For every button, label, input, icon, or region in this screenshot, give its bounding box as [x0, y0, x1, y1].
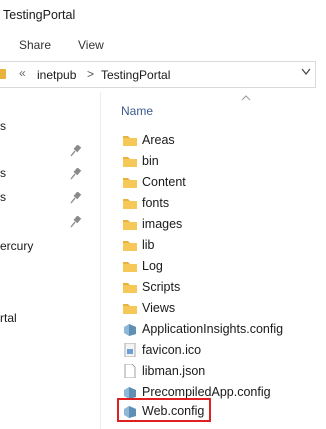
file-name: fonts — [142, 196, 170, 210]
pin-icon[interactable] — [70, 168, 82, 180]
generic-file-icon — [124, 364, 136, 378]
config-file-icon — [124, 387, 136, 399]
pin-icon[interactable] — [70, 192, 82, 204]
nav-item[interactable]: s — [0, 190, 6, 204]
highlight-box — [117, 398, 211, 422]
nav-item[interactable]: s — [0, 119, 6, 133]
sort-up-icon — [241, 95, 251, 101]
breadcrumb-separator: > — [87, 67, 95, 81]
file-name: images — [142, 217, 183, 231]
file-name: PrecompiledApp.config — [142, 385, 271, 399]
config-file-icon — [124, 324, 136, 336]
tab-share[interactable]: Share — [19, 38, 51, 52]
list-item-images[interactable]: images — [116, 214, 306, 234]
pin-icon[interactable] — [70, 145, 82, 157]
list-item-scripts[interactable]: Scripts — [116, 277, 306, 297]
folder-icon — [123, 157, 137, 167]
nav-item[interactable]: ercury — [0, 239, 33, 253]
list-item-bin[interactable]: bin — [116, 151, 306, 171]
file-name: ApplicationInsights.config — [142, 322, 284, 336]
pin-icon[interactable] — [70, 216, 82, 228]
list-item-log[interactable]: Log — [116, 256, 306, 276]
folder-icon — [123, 136, 137, 146]
nav-item[interactable]: rtal — [0, 311, 17, 325]
folder-icon — [123, 262, 137, 272]
file-name: bin — [142, 154, 159, 168]
file-name: libman.json — [142, 364, 206, 378]
folder-icon — [0, 69, 6, 79]
folder-icon — [123, 304, 137, 314]
list-item-favicon[interactable]: favicon.ico — [116, 340, 306, 360]
pane-divider[interactable] — [100, 92, 101, 429]
folder-icon — [123, 220, 137, 230]
list-item-applicationinsights-config[interactable]: ApplicationInsights.config — [116, 319, 306, 339]
image-file-icon — [124, 343, 136, 357]
folder-icon — [123, 199, 137, 209]
navigation-pane — [0, 92, 100, 429]
list-item-fonts[interactable]: fonts — [116, 193, 306, 213]
breadcrumb-testingportal[interactable]: TestingPortal — [101, 68, 170, 82]
breadcrumb-overflow[interactable]: « — [19, 66, 26, 80]
folder-icon — [123, 178, 137, 188]
breadcrumb-inetpub[interactable]: inetpub — [37, 68, 76, 82]
file-name: Views — [142, 301, 176, 315]
file-name: Log — [142, 259, 163, 273]
folder-icon — [123, 283, 137, 293]
file-name: Scripts — [142, 280, 181, 294]
folder-icon — [123, 241, 137, 251]
window-title: TestingPortal — [3, 8, 76, 22]
tab-view[interactable]: View — [78, 38, 104, 52]
file-name: favicon.ico — [142, 343, 202, 357]
column-header-name[interactable]: Name — [121, 104, 153, 118]
list-item-views[interactable]: Views — [116, 298, 306, 318]
list-item-lib[interactable]: lib — [116, 235, 306, 255]
file-name: Content — [142, 175, 186, 189]
file-name: lib — [142, 238, 155, 252]
file-name: Areas — [142, 133, 175, 147]
list-item-areas[interactable]: Areas — [116, 130, 306, 150]
list-item-content[interactable]: Content — [116, 172, 306, 192]
nav-item[interactable]: s — [0, 166, 6, 180]
list-item-libman-json[interactable]: libman.json — [116, 361, 306, 381]
chevron-down-icon[interactable] — [301, 66, 311, 78]
